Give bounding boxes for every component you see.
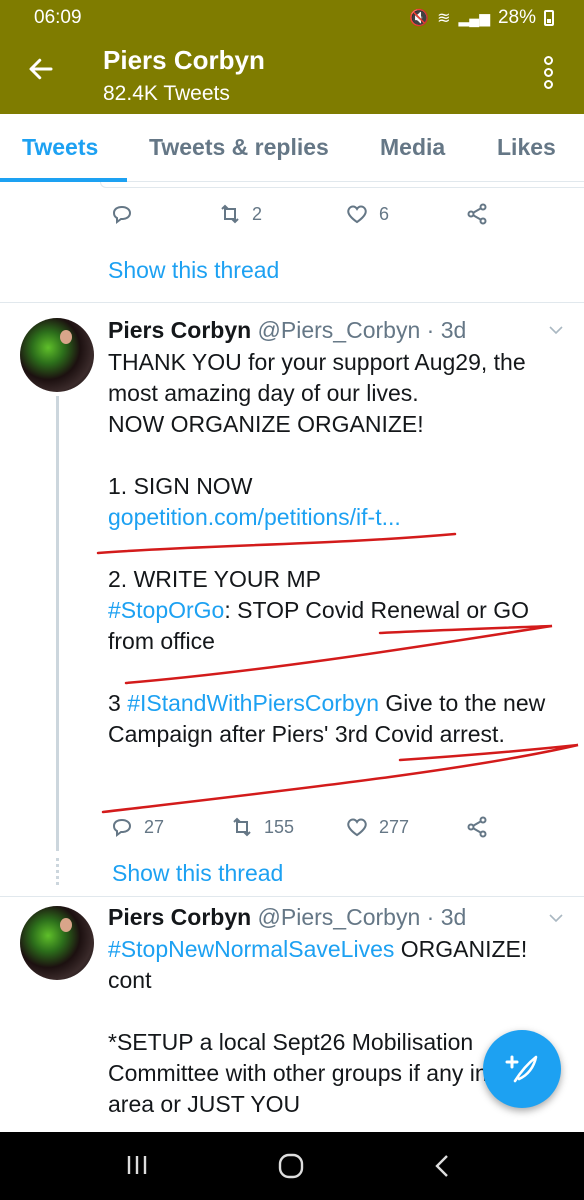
arrow-left-icon[interactable]: [26, 54, 56, 91]
tweet-count: 82.4K Tweets: [103, 82, 230, 105]
reply-icon: [112, 818, 132, 837]
petition-link[interactable]: gopetition.com/petitions/if-t...: [108, 502, 568, 533]
retweet-button[interactable]: 2: [218, 202, 262, 226]
mute-icon: 🔇: [409, 10, 430, 27]
avatar[interactable]: [20, 906, 94, 980]
reply-icon: [112, 205, 132, 224]
compose-tweet-button[interactable]: [483, 1030, 561, 1108]
tweet-header: Piers Corbyn @Piers_Corbyn · 3d: [108, 904, 467, 930]
heart-icon: [347, 818, 367, 837]
tweet-divider: [0, 896, 584, 897]
tweet-time: 3d: [440, 317, 467, 343]
system-navigation-bar: [0, 1132, 584, 1200]
embedded-card-edge: [100, 182, 584, 188]
battery-icon: [544, 10, 554, 26]
tab-likes[interactable]: Likes: [497, 134, 556, 161]
tweet-time: 3d: [440, 904, 467, 930]
hashtag-link[interactable]: #StopNewNormalSaveLives: [108, 936, 394, 962]
share-button[interactable]: [465, 202, 489, 226]
status-icons: 🔇 ≋ ▂▄▆ 28%: [409, 7, 554, 29]
tweet-author-handle[interactable]: @Piers_Corbyn: [258, 317, 421, 343]
wifi-icon: ≋: [437, 10, 451, 27]
show-thread-link[interactable]: Show this thread: [108, 257, 279, 284]
back-icon[interactable]: [432, 1152, 452, 1180]
retweet-icon: [221, 204, 239, 224]
show-thread-link[interactable]: Show this thread: [112, 860, 283, 887]
more-vertical-icon[interactable]: [544, 56, 556, 92]
avatar[interactable]: [20, 318, 94, 392]
tweet-actions: 2 6: [0, 202, 584, 232]
hashtag-link[interactable]: #StopOrGo: [108, 597, 224, 623]
signal-icon: ▂▄▆: [458, 9, 490, 26]
tweet-actions: 27 155 277: [0, 815, 584, 845]
status-time: 06:09: [34, 7, 82, 28]
tweet-author-name[interactable]: Piers Corbyn: [108, 317, 251, 343]
profile-name: Piers Corbyn: [103, 45, 265, 75]
recent-apps-icon[interactable]: [125, 1152, 149, 1178]
status-bar: 06:09 🔇 ≋ ▂▄▆ 28%: [0, 0, 584, 36]
profile-tabs: Tweets Tweets & replies Media Likes: [0, 114, 584, 182]
reply-button[interactable]: [110, 202, 144, 226]
like-button[interactable]: 6: [345, 202, 389, 226]
tweet-author-handle[interactable]: @Piers_Corbyn: [258, 904, 421, 930]
tab-tweets[interactable]: Tweets: [22, 134, 98, 161]
tweet-body: THANK YOU for your support Aug29, the mo…: [108, 347, 568, 750]
hashtag-link[interactable]: #IStandWithPiersCorbyn: [127, 690, 379, 716]
profile-header: Piers Corbyn 82.4K Tweets: [0, 36, 584, 114]
tab-tweets-replies[interactable]: Tweets & replies: [149, 134, 329, 161]
battery-level: 28%: [497, 7, 536, 28]
retweet-button[interactable]: 155: [230, 815, 294, 839]
thread-dots: [56, 858, 59, 888]
share-icon: [467, 203, 487, 225]
tweet-header: Piers Corbyn @Piers_Corbyn · 3d: [108, 317, 467, 343]
thread-connector: [56, 396, 59, 851]
tweet-divider: [0, 302, 584, 303]
tab-media[interactable]: Media: [380, 134, 445, 161]
tweet-author-name[interactable]: Piers Corbyn: [108, 904, 251, 930]
like-button[interactable]: 277: [345, 815, 409, 839]
retweet-icon: [233, 817, 251, 837]
home-icon[interactable]: [277, 1152, 305, 1180]
feather-plus-icon: [505, 1055, 538, 1083]
reply-button[interactable]: 27: [110, 815, 164, 839]
chevron-down-icon[interactable]: [548, 322, 564, 338]
share-button[interactable]: [465, 815, 489, 839]
chevron-down-icon[interactable]: [548, 910, 564, 926]
share-icon: [467, 816, 487, 838]
heart-icon: [347, 205, 367, 224]
